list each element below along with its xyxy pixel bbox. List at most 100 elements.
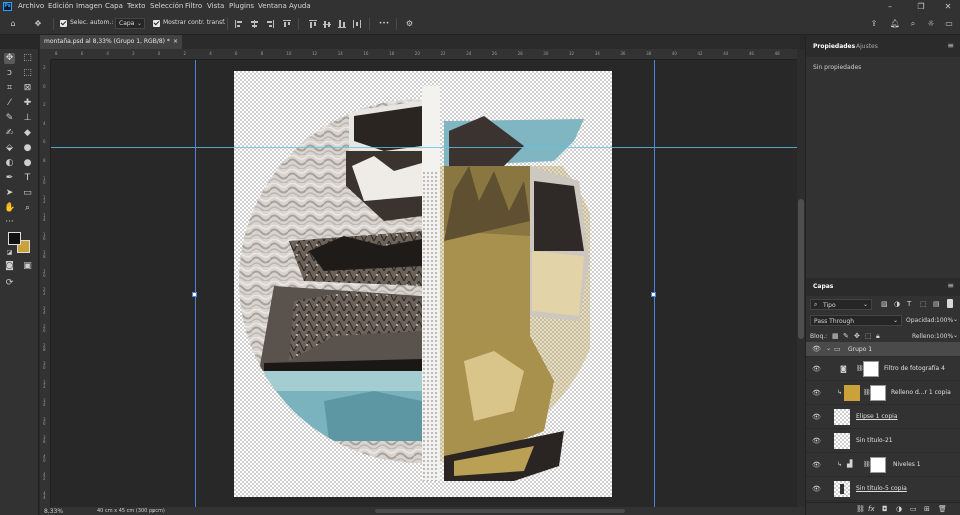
document-size-info[interactable]: 40 cm x 45 cm (300 ppcm): [97, 508, 165, 514]
document-tab[interactable]: montaña.psd al 8,33% (Grupo 1, RGB/8) * …: [40, 35, 182, 49]
tab-adjustments[interactable]: Ajustes: [856, 43, 878, 50]
layer-row-group[interactable]: 👁︎ ⌄ ▭ Grupo 1: [806, 342, 960, 357]
blend-mode-dropdown[interactable]: Pass Through ⌄: [810, 315, 902, 326]
lasso-tool-icon[interactable]: ↄ: [4, 68, 15, 79]
blur-tool-icon[interactable]: ●: [22, 143, 33, 154]
layers-panel-menu-icon[interactable]: ≡: [947, 281, 954, 290]
eraser-tool-icon[interactable]: ◆: [22, 128, 33, 139]
vertical-guide-right[interactable]: [654, 60, 655, 507]
lock-image-icon[interactable]: ✎: [843, 332, 849, 340]
edit-toolbar-icon[interactable]: ···: [4, 217, 15, 228]
default-colors-icon[interactable]: ◪: [4, 247, 15, 258]
paint-bucket-tool-icon[interactable]: ⬙: [4, 143, 15, 154]
frame-tool-icon[interactable]: ⊠: [22, 83, 33, 94]
lock-artboard-icon[interactable]: ⬚: [865, 332, 872, 340]
layer-name[interactable]: Sin título-5 copia: [856, 485, 907, 492]
layer-row-ellipse[interactable]: 👁︎ Elipse 1 copia: [806, 406, 960, 429]
layer-thumbnail[interactable]: [834, 409, 850, 425]
layer-mask-thumbnail[interactable]: [870, 385, 886, 401]
layer-mask-thumbnail[interactable]: [863, 361, 879, 377]
filter-type-icon[interactable]: T: [907, 300, 911, 308]
visibility-eye-icon[interactable]: 👁︎: [812, 389, 821, 397]
lock-transparent-icon[interactable]: ▦: [832, 332, 839, 340]
transform-handle-right[interactable]: [651, 292, 656, 297]
zoom-level[interactable]: 8,33%: [44, 508, 63, 515]
brush-tool-icon[interactable]: ✎: [4, 113, 15, 124]
visibility-eye-icon[interactable]: 👁︎: [812, 461, 821, 469]
layer-filter-dropdown[interactable]: ⌕ Tipo ⌄: [810, 299, 872, 310]
menu-archivo[interactable]: Archivo: [18, 2, 44, 10]
tab-layers[interactable]: Capas: [813, 283, 833, 290]
share-for-review-icon[interactable]: ⟳: [4, 278, 15, 289]
auto-select-dropdown[interactable]: Capa ⌄: [115, 18, 145, 29]
marquee-tool-icon[interactable]: ⬚: [22, 53, 33, 64]
chevron-down-icon[interactable]: ⌄: [953, 316, 958, 323]
move-tool-icon[interactable]: ✥: [4, 53, 15, 64]
home-icon[interactable]: ⌂: [6, 17, 20, 30]
visibility-eye-icon[interactable]: 👁︎: [812, 365, 821, 373]
filter-toggle[interactable]: [947, 299, 953, 308]
fill-value[interactable]: 100%: [936, 333, 953, 340]
layer-name[interactable]: Filtro de fotografía 4: [884, 365, 945, 372]
lock-all-icon[interactable]: 🔒︎: [876, 332, 880, 341]
eyedropper-tool-icon[interactable]: ⁄: [4, 98, 15, 109]
menu-edicion[interactable]: Edición: [48, 2, 73, 10]
menu-ayuda[interactable]: Ayuda: [289, 2, 311, 10]
clone-stamp-tool-icon[interactable]: ⊥: [22, 113, 33, 124]
hand-tool-icon[interactable]: ✋: [4, 203, 15, 214]
distribute-vertical-centers-icon[interactable]: [323, 20, 331, 28]
layer-row-untitled-21[interactable]: 👁︎ Sin título-21: [806, 430, 960, 453]
menu-texto[interactable]: Texto: [127, 2, 145, 10]
spot-healing-tool-icon[interactable]: ✚: [22, 98, 33, 109]
distribute-bottom-icon[interactable]: [338, 20, 346, 28]
workspace-icon[interactable]: ▭: [942, 17, 956, 30]
chevron-down-icon[interactable]: ⌄: [953, 332, 958, 339]
layer-row-photo-filter[interactable]: 👁︎ ◙ ⛓ Filtro de fotografía 4: [806, 358, 960, 381]
ruler-top[interactable]: 8 6 4 2 0 2 4 6 8 10 12 14 16 18 20 22 24 26 28 30 32 34 36 38 4…: [51, 49, 797, 60]
visibility-eye-icon[interactable]: 👁︎: [812, 345, 821, 353]
foreground-color-swatch[interactable]: [8, 232, 21, 245]
menu-ventana[interactable]: Ventana: [258, 2, 287, 10]
minimize-icon[interactable]: –: [880, 1, 900, 12]
transform-handle-left[interactable]: [192, 292, 197, 297]
layer-row-untitled-5-copy[interactable]: 👁︎ Sin título-5 copia: [806, 478, 960, 501]
screen-mode-icon[interactable]: ▣: [22, 261, 33, 272]
menu-seleccion[interactable]: Selección: [150, 2, 183, 10]
gear-icon[interactable]: ⚙: [403, 17, 416, 30]
ruler-left[interactable]: 2 0 2 4 6 8 1 0 1 2 1 4 1 6 1 8 2 0 2 2 2 4 2 6 2 8 3 0 3…: [40, 60, 51, 507]
new-layer-icon[interactable]: ⊞: [924, 505, 930, 513]
filter-pixel-icon[interactable]: ▨: [881, 300, 888, 308]
filter-shape-icon[interactable]: ⬚: [920, 300, 927, 308]
link-layers-icon[interactable]: ⛓: [856, 505, 865, 513]
layer-name[interactable]: Relleno d...r 1 copia: [891, 389, 951, 396]
quick-mask-icon[interactable]: ◙: [4, 261, 15, 272]
tab-properties[interactable]: Propiedades: [813, 43, 855, 50]
delete-layer-icon[interactable]: 🗑︎: [938, 505, 947, 513]
layer-name[interactable]: Sin título-21: [856, 437, 893, 444]
layer-name[interactable]: Grupo 1: [848, 346, 872, 353]
filter-adjustment-icon[interactable]: ◑: [894, 300, 900, 308]
object-selection-tool-icon[interactable]: ⬚: [22, 68, 33, 79]
bell-icon[interactable]: 🔔︎: [889, 17, 901, 30]
distribute-horizontal-icon[interactable]: [353, 20, 361, 28]
crop-tool-icon[interactable]: ⌗: [4, 83, 15, 94]
show-transform-checkbox[interactable]: [153, 20, 160, 27]
canvas-area[interactable]: [51, 60, 797, 507]
filter-smart-object-icon[interactable]: ▤: [933, 300, 940, 308]
align-right-edges-icon[interactable]: [266, 20, 274, 28]
sponge-tool-icon[interactable]: ●: [22, 158, 33, 169]
layer-row-levels[interactable]: 👁︎ ↳ ▟ ⛓ Niveles 1: [806, 454, 960, 477]
pen-tool-icon[interactable]: ✒: [4, 173, 15, 184]
zoom-tool-icon[interactable]: ⌕: [22, 203, 33, 214]
opacity-value[interactable]: 100%: [936, 317, 953, 324]
rectangle-tool-icon[interactable]: ▭: [22, 188, 33, 199]
layer-name[interactable]: Elipse 1 copia: [856, 413, 898, 420]
layer-thumbnail[interactable]: [844, 385, 860, 401]
auto-select-checkbox[interactable]: [60, 20, 67, 27]
menu-imagen[interactable]: Imagen: [76, 2, 102, 10]
document-canvas[interactable]: [234, 71, 612, 497]
discover-icon[interactable]: ☼: [925, 17, 937, 30]
close-tab-icon[interactable]: ×: [173, 35, 178, 49]
layer-name[interactable]: Niveles 1: [893, 461, 921, 468]
horizontal-scrollbar[interactable]: [375, 509, 625, 513]
